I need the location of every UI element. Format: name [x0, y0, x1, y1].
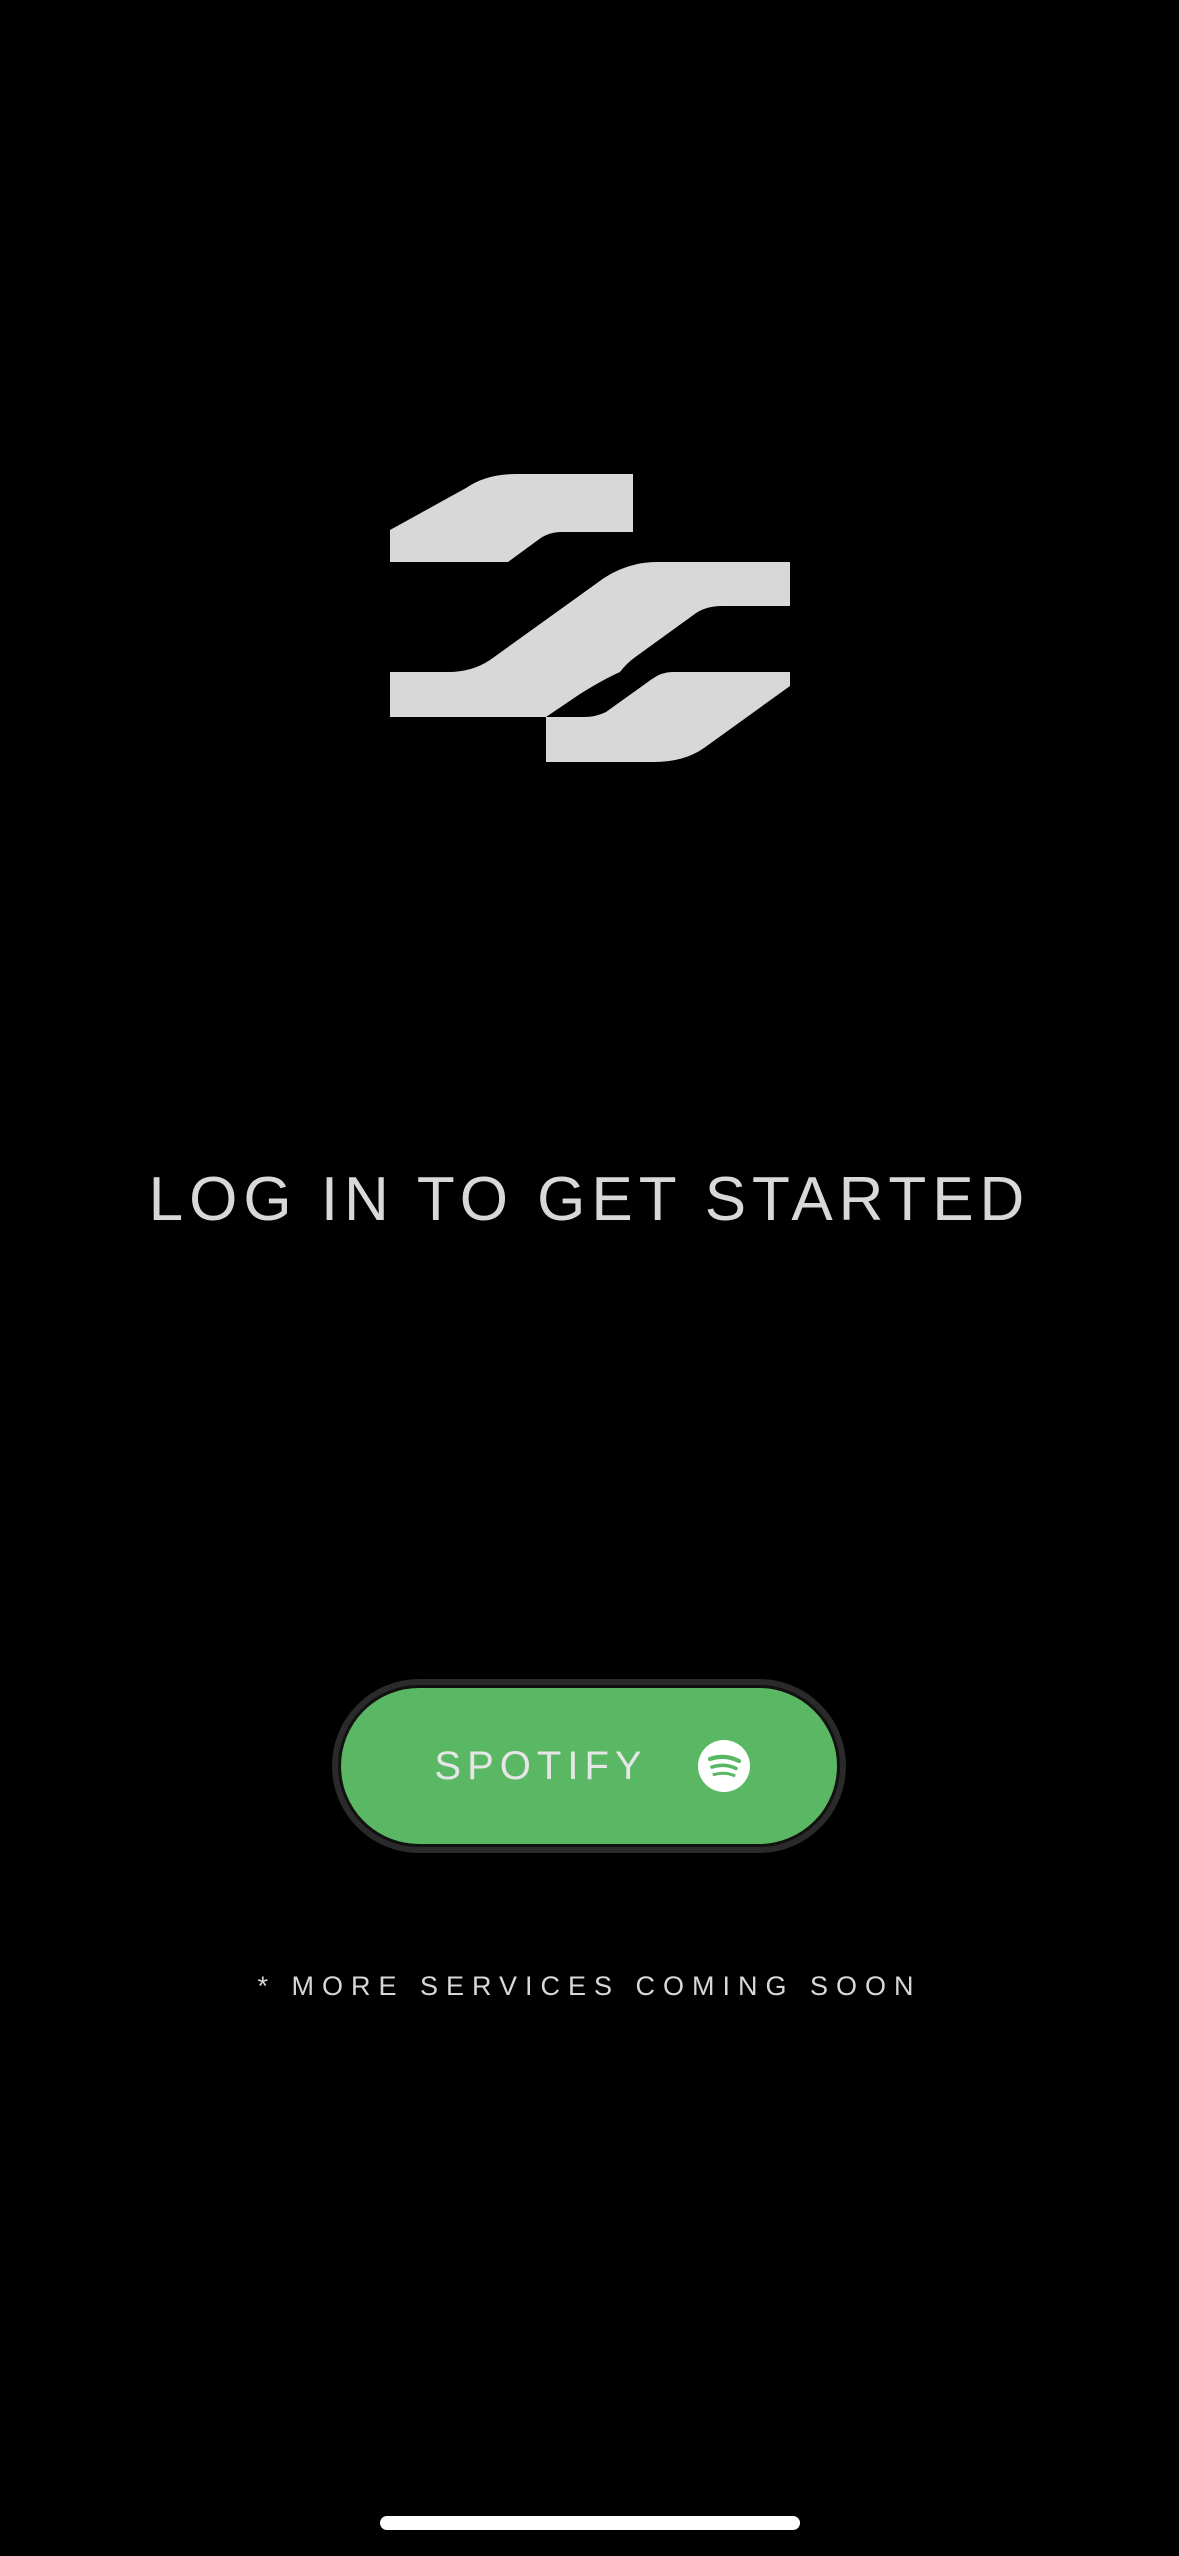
spotify-icon: [697, 1740, 750, 1792]
home-indicator[interactable]: [380, 2516, 800, 2530]
page-title: LOG IN TO GET STARTED: [148, 1165, 1031, 1234]
more-services-note: * MORE SERVICES COMING SOON: [257, 1971, 922, 2001]
spotify-login-button-body[interactable]: SPOTIFY: [338, 1685, 840, 1847]
spotify-login-button[interactable]: SPOTIFY: [332, 1679, 846, 1853]
app-logo-icon: [390, 474, 790, 762]
spotify-login-label: SPOTIFY: [434, 1743, 648, 1788]
